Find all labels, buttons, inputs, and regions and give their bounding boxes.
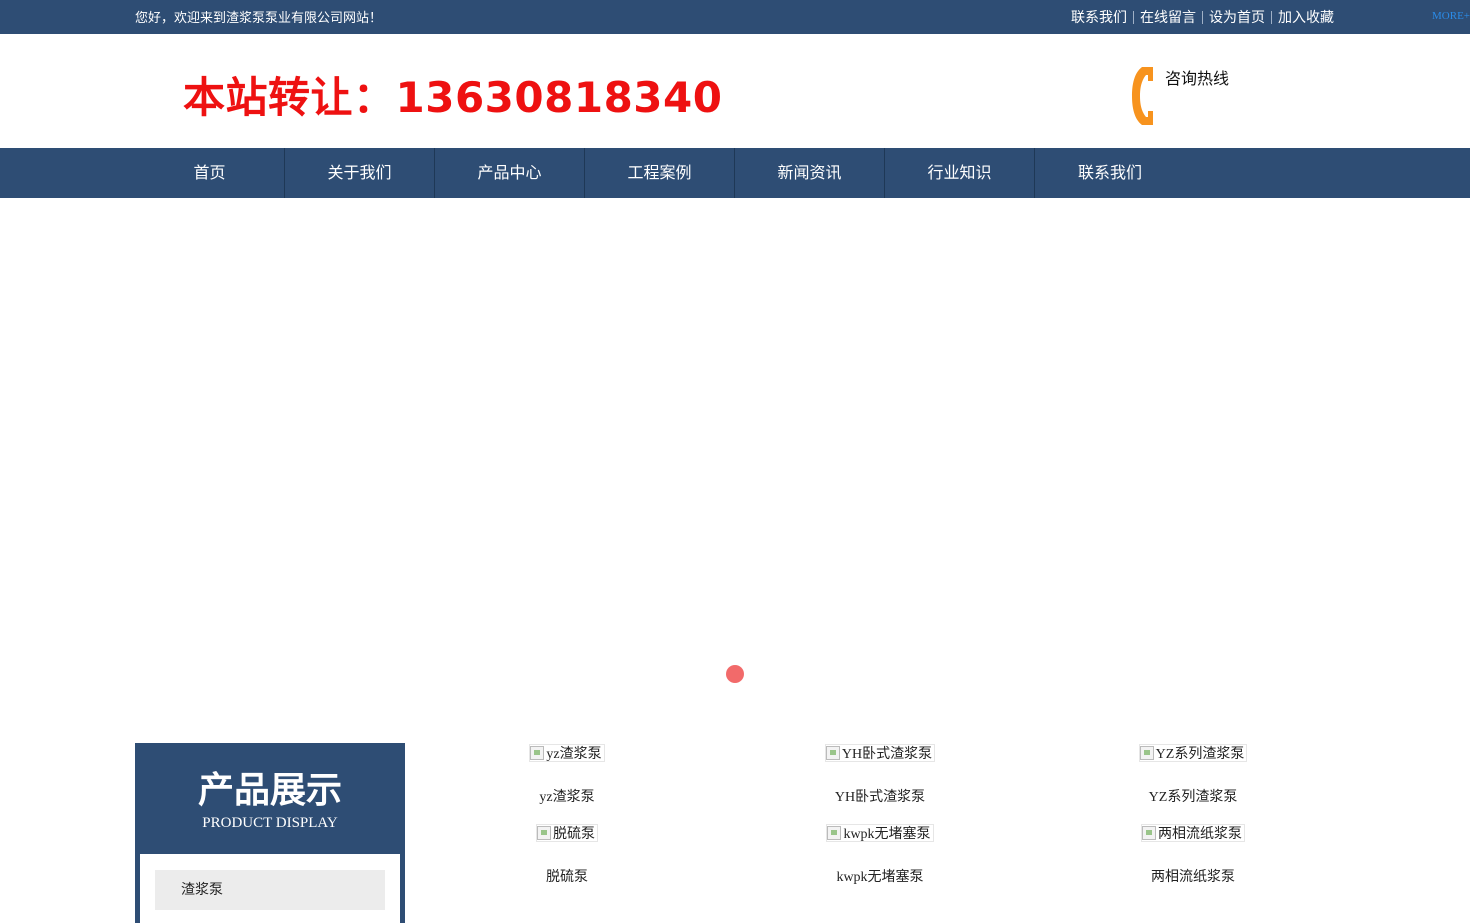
product-card-pulp[interactable]: 两相流纸浆泵 两相流纸浆泵	[1083, 824, 1303, 886]
nav-item-contact[interactable]: 联系我们	[1035, 148, 1185, 198]
broken-image-icon	[825, 746, 840, 760]
image-alt-text: YZ系列渣浆泵	[1155, 747, 1245, 762]
image-alt-text: kwpk无堵塞泵	[843, 827, 931, 842]
section-subtitle: PRODUCT DISPLAY	[202, 815, 338, 831]
category-item[interactable]: 渣浆泵	[155, 870, 385, 910]
product-card-kwpk[interactable]: kwpk无堵塞泵 kwpk无堵塞泵	[770, 824, 990, 886]
broken-image-icon	[827, 826, 842, 840]
more-link[interactable]: MORE+	[1432, 10, 1470, 22]
top-link-set-homepage[interactable]: 设为首页	[1209, 7, 1265, 27]
nav-item-about[interactable]: 关于我们	[285, 148, 435, 198]
product-name[interactable]: YZ系列渣浆泵	[1083, 786, 1303, 806]
image-alt-text: 脱硫泵	[553, 827, 595, 842]
banner-slider	[0, 198, 1470, 703]
broken-image-icon	[537, 826, 551, 840]
slider-dot-active[interactable]	[726, 665, 744, 683]
top-link-add-favorite[interactable]: 加入收藏	[1278, 7, 1334, 27]
nav-item-news[interactable]: 新闻资讯	[735, 148, 885, 198]
product-image-broken[interactable]: kwpk无堵塞泵	[826, 824, 934, 842]
broken-image-icon	[1142, 826, 1156, 840]
product-name[interactable]: kwpk无堵塞泵	[770, 866, 990, 886]
product-card-yh[interactable]: YH卧式渣浆泵 YH卧式渣浆泵	[770, 744, 990, 806]
product-image-broken[interactable]: 脱硫泵	[536, 824, 598, 842]
site-logo-banner[interactable]: 本站转让：13630818340	[183, 64, 722, 125]
welcome-text: 您好，欢迎来到渣浆泵泵业有限公司网站！	[135, 11, 383, 26]
top-bar: 您好，欢迎来到渣浆泵泵业有限公司网站！ 联系我们 在线留言 设为首页 加入收藏 …	[0, 0, 1470, 34]
nav-item-knowledge[interactable]: 行业知识	[885, 148, 1035, 198]
product-card-yz-series[interactable]: YZ系列渣浆泵 YZ系列渣浆泵	[1083, 744, 1303, 806]
nav-item-home[interactable]: 首页	[135, 148, 285, 198]
product-name[interactable]: 脱硫泵	[457, 866, 677, 886]
top-link-contact[interactable]: 联系我们	[1071, 7, 1127, 27]
product-image-broken[interactable]: YH卧式渣浆泵	[824, 744, 936, 762]
top-links: 联系我们 在线留言 设为首页 加入收藏	[1071, 8, 1334, 26]
product-image-broken[interactable]: 两相流纸浆泵	[1141, 824, 1245, 842]
product-category-panel: 产品展示 PRODUCT DISPLAY 渣浆泵	[135, 743, 405, 923]
divider	[1133, 10, 1134, 24]
top-link-message[interactable]: 在线留言	[1140, 7, 1196, 27]
divider	[1271, 10, 1272, 24]
broken-image-icon	[530, 746, 545, 760]
image-alt-text: 两相流纸浆泵	[1158, 827, 1242, 842]
nav-item-cases[interactable]: 工程案例	[585, 148, 735, 198]
product-image-broken[interactable]: yz渣浆泵	[529, 744, 605, 762]
category-list: 渣浆泵	[140, 854, 400, 923]
image-alt-text: yz渣浆泵	[546, 747, 602, 762]
product-card-yz[interactable]: yz渣浆泵 yz渣浆泵	[457, 744, 677, 806]
hotline-label: 咨询热线	[1165, 69, 1230, 88]
divider	[1202, 10, 1203, 24]
site-header: 本站转让：13630818340 咨询热线	[0, 34, 1470, 148]
nav-item-products[interactable]: 产品中心	[435, 148, 585, 198]
main-nav: 首页 关于我们 产品中心 工程案例 新闻资讯 行业知识 联系我们	[0, 148, 1470, 198]
product-name[interactable]: yz渣浆泵	[457, 786, 677, 806]
image-alt-text: YH卧式渣浆泵	[841, 747, 933, 762]
product-name[interactable]: 两相流纸浆泵	[1083, 866, 1303, 886]
section-title: 产品展示	[197, 770, 342, 811]
product-image-broken[interactable]: YZ系列渣浆泵	[1138, 744, 1248, 762]
broken-image-icon	[1139, 746, 1154, 760]
product-card-desulfurization[interactable]: 脱硫泵 脱硫泵	[457, 824, 677, 886]
product-name[interactable]: YH卧式渣浆泵	[770, 786, 990, 806]
phone-icon	[1132, 67, 1153, 125]
